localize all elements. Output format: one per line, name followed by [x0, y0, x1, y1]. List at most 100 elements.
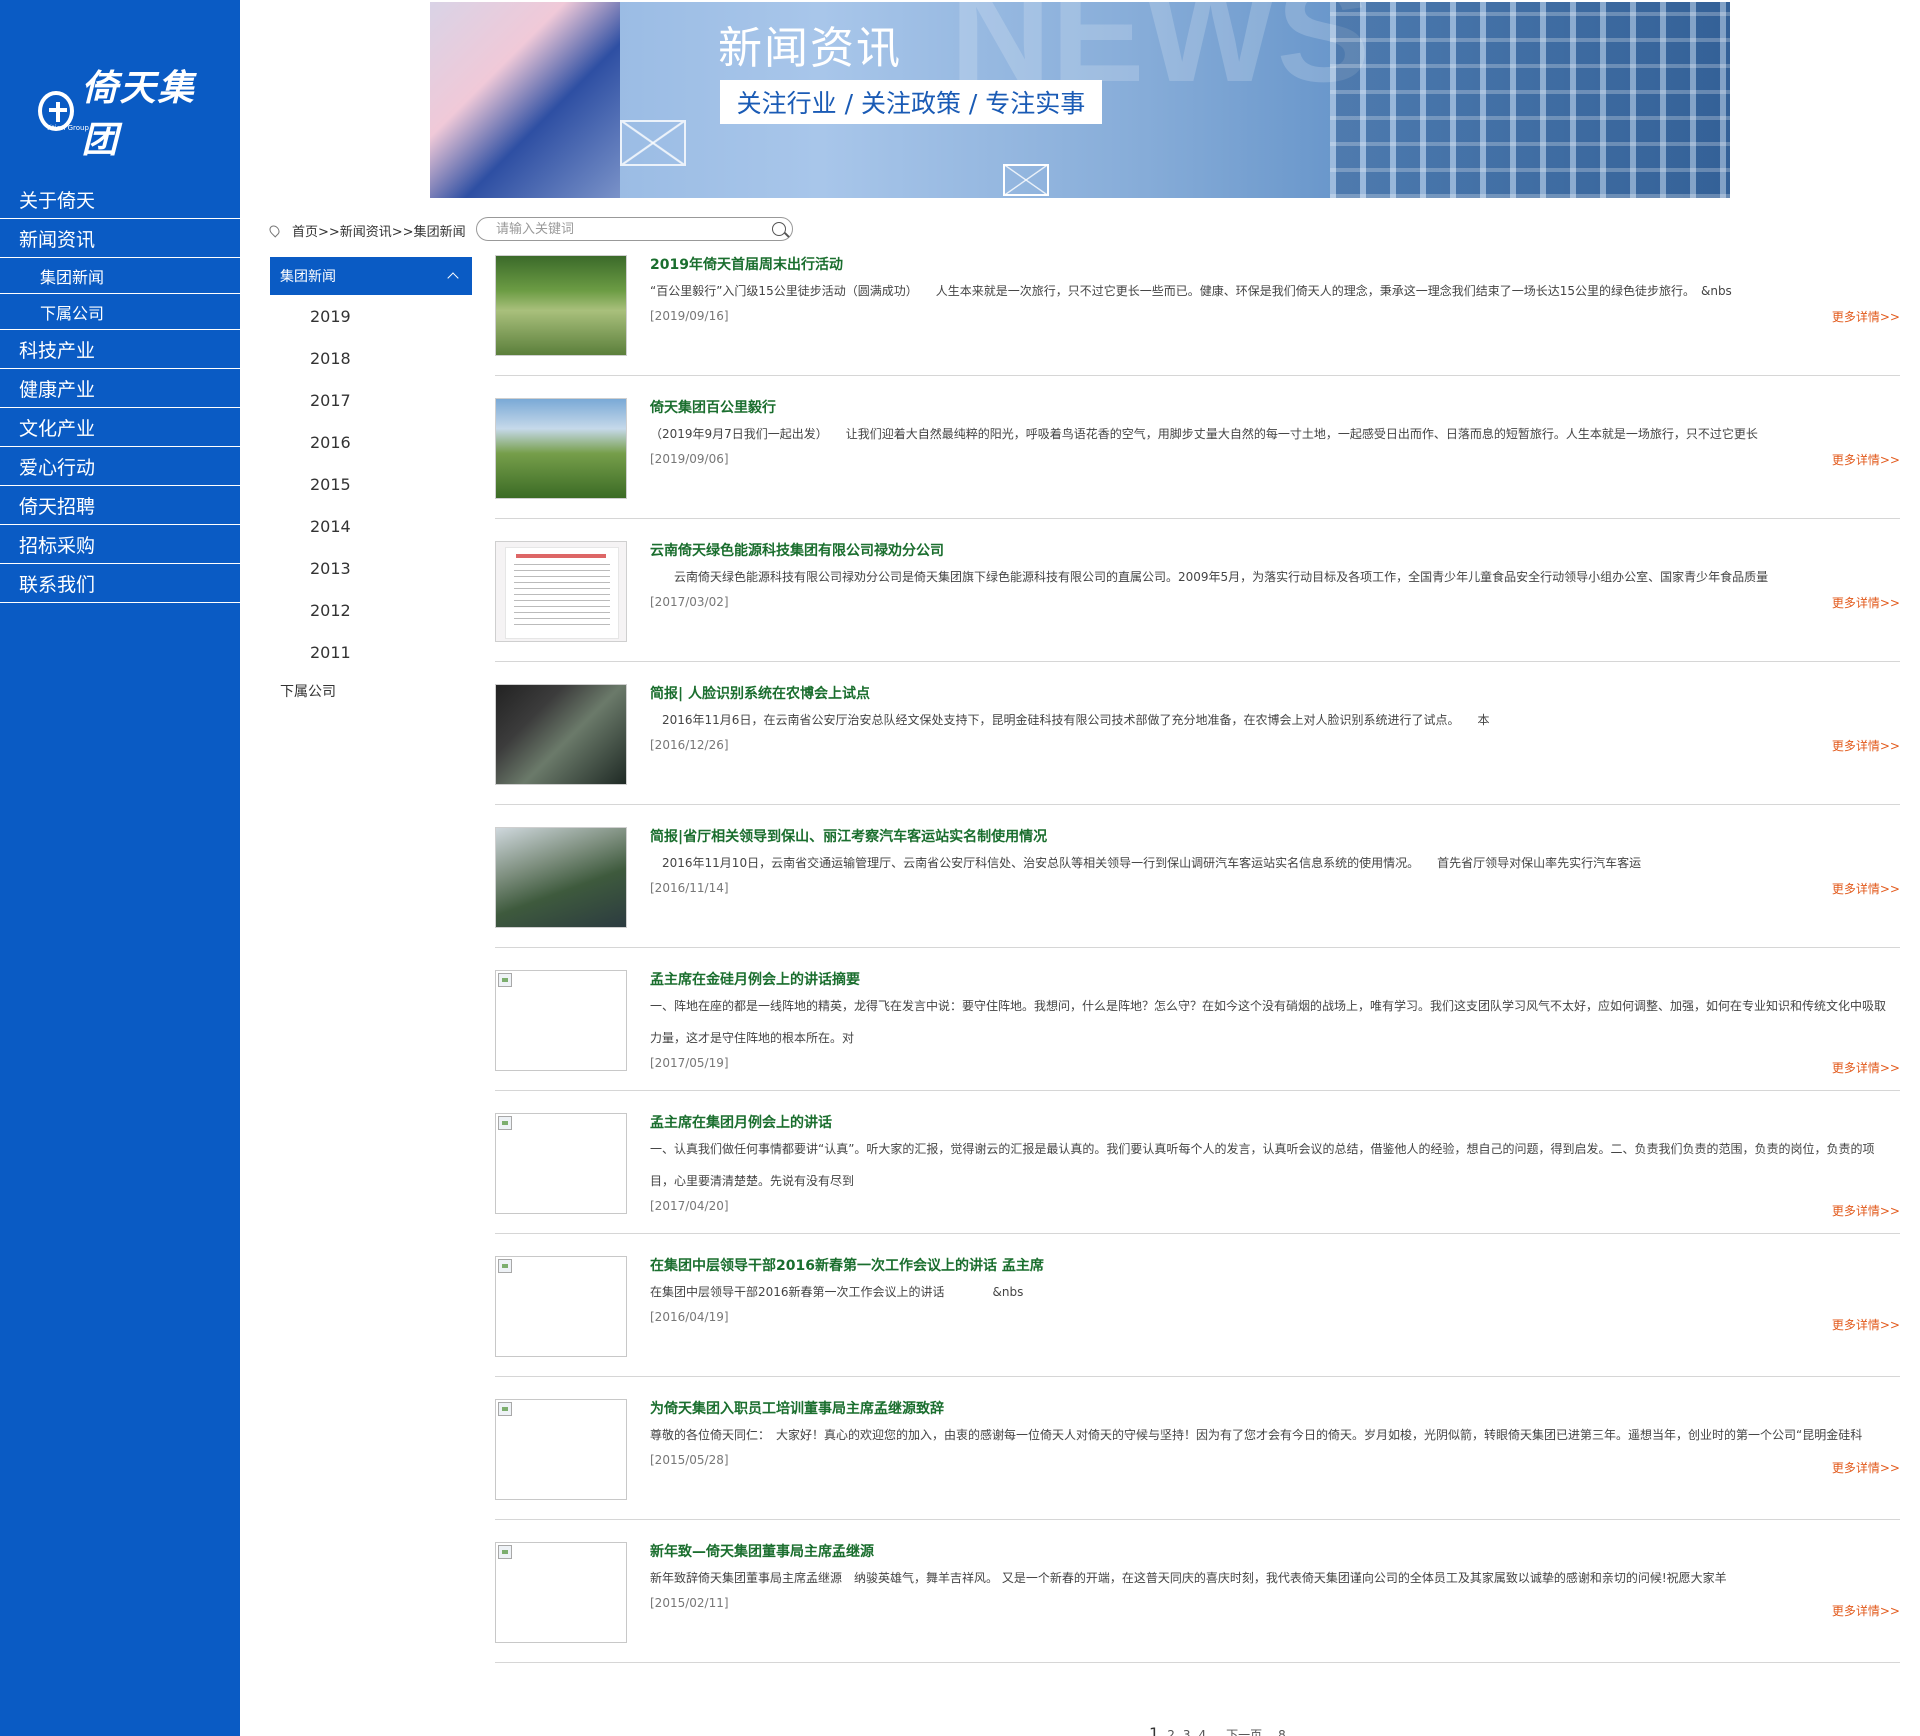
- year-link[interactable]: 2013: [270, 547, 472, 589]
- sidebar-item[interactable]: 健康产业: [0, 369, 240, 408]
- more-details-link[interactable]: 更多详情>>: [1832, 1059, 1900, 1076]
- sidebar-item[interactable]: 招标采购: [0, 525, 240, 564]
- broken-image-icon[interactable]: [495, 970, 627, 1071]
- page-link[interactable]: 4: [1198, 1728, 1206, 1736]
- broken-image-icon[interactable]: [495, 1542, 627, 1643]
- sidebar-item[interactable]: 关于倚天: [0, 180, 240, 219]
- banner-title: 新闻资讯: [718, 23, 902, 74]
- news-item[interactable]: 简报| 人脸识别系统在农博会上试点 2016年11月6日，在云南省公安厅治安总队…: [495, 684, 1900, 805]
- logo-subtitle: Yitian Group: [46, 124, 89, 132]
- breadcrumb: 首页>>新闻资讯>>集团新闻: [267, 221, 466, 240]
- news-item[interactable]: 倚天集团百公里毅行 （2019年9月7日我们一起出发） 让我们迎着大自然最纯粹的阳…: [495, 398, 1900, 519]
- year-link[interactable]: 2016: [270, 421, 472, 463]
- news-title[interactable]: 2019年倚天首届周末出行活动: [650, 255, 1900, 275]
- news-thumbnail[interactable]: [495, 255, 627, 356]
- news-item[interactable]: 2019年倚天首届周末出行活动 “百公里毅行”入门级15公里徒步活动（圆满成功） …: [495, 255, 1900, 376]
- document-thumbnail: [506, 548, 618, 638]
- sidebar-item[interactable]: 新闻资讯: [0, 219, 240, 258]
- breadcrumb-text[interactable]: 首页>>新闻资讯>>集团新闻: [292, 221, 466, 240]
- news-date: [2019/09/06]: [650, 452, 729, 466]
- news-item[interactable]: 简报|省厅相关领导到保山、丽江考察汽车客运站实名制使用情况 2016年11月10…: [495, 827, 1900, 948]
- year-link[interactable]: 2014: [270, 505, 472, 547]
- news-thumbnail[interactable]: [495, 398, 627, 499]
- search-input[interactable]: [496, 219, 766, 239]
- news-title[interactable]: 在集团中层领导干部2016新春第一次工作会议上的讲话 孟主席: [650, 1256, 1900, 1276]
- year-list: 2019 2018 2017 2016 2015 2014 2013 2012 2011: [270, 295, 472, 673]
- more-details-link[interactable]: 更多详情>>: [1832, 1202, 1900, 1219]
- year-link[interactable]: 2015: [270, 463, 472, 505]
- news-item[interactable]: 在集团中层领导干部2016新春第一次工作会议上的讲话 孟主席在集团中层领导干部2…: [495, 1256, 1900, 1377]
- news-title[interactable]: 简报|省厅相关领导到保山、丽江考察汽车客运站实名制使用情况: [650, 827, 1900, 847]
- broken-image-icon[interactable]: [495, 1399, 627, 1500]
- news-thumbnail[interactable]: [495, 541, 627, 642]
- envelope-icon: [1003, 164, 1049, 196]
- search-box: [476, 217, 793, 241]
- main-nav: 关于倚天 新闻资讯 集团新闻 下属公司 科技产业 健康产业 文化产业 爱心行动 倚天招聘 招标采购…: [0, 180, 240, 603]
- sidebar-item[interactable]: 集团新闻: [0, 258, 240, 294]
- news-title[interactable]: 倚天集团百公里毅行: [650, 398, 1900, 418]
- more-details-link[interactable]: 更多详情>>: [1832, 880, 1900, 897]
- news-item[interactable]: 孟主席在金硅月例会上的讲话摘要 一、阵地在座的都是一线阵地的精英，龙得飞在发言中说…: [495, 970, 1900, 1091]
- news-info: 为倚天集团入职员工培训董事局主席孟继源致辞 尊敬的各位倚天同仁： 大家好！真心的欢…: [650, 1399, 1900, 1469]
- year-link[interactable]: 2018: [270, 337, 472, 379]
- sidebar-item[interactable]: 联系我们: [0, 564, 240, 603]
- news-summary: 2016年11月10日，云南省交通运输管理厅、云南省公安厅科信处、治安总队等相关…: [650, 856, 1642, 870]
- news-thumbnail[interactable]: [495, 827, 627, 928]
- sidebar-item[interactable]: 倚天招聘: [0, 486, 240, 525]
- sidebar-item[interactable]: 文化产业: [0, 408, 240, 447]
- news-summary: 一、认真我们做任何事情都要讲“认真”。听大家的汇报，觉得谢云的汇报是最认真的。我…: [650, 1142, 1875, 1188]
- page-link[interactable]: 1: [1149, 1724, 1159, 1736]
- news-date: [2017/04/20]: [650, 1199, 729, 1213]
- pagination: 1 2 3 4 下一页 8: [1149, 1724, 1294, 1736]
- news-item[interactable]: 为倚天集团入职员工培训董事局主席孟继源致辞 尊敬的各位倚天同仁： 大家好！真心的欢…: [495, 1399, 1900, 1520]
- news-thumbnail[interactable]: [495, 684, 627, 785]
- broken-image-icon: [498, 1545, 512, 1559]
- news-title[interactable]: 新年致—倚天集团董事局主席孟继源: [650, 1542, 1900, 1562]
- next-page-link[interactable]: 下一页: [1226, 1726, 1262, 1736]
- more-details-link[interactable]: 更多详情>>: [1832, 1316, 1900, 1333]
- search-icon[interactable]: [772, 222, 786, 236]
- news-title[interactable]: 孟主席在集团月例会上的讲话: [650, 1113, 1900, 1133]
- logo-text: 倚天集团: [81, 67, 196, 161]
- news-title[interactable]: 云南倚天绿色能源科技集团有限公司禄劝分公司: [650, 541, 1900, 561]
- news-item[interactable]: 云南倚天绿色能源科技集团有限公司禄劝分公司 云南倚天绿色能源科技有限公司禄劝分公…: [495, 541, 1900, 662]
- year-link[interactable]: 2019: [270, 295, 472, 337]
- more-details-link[interactable]: 更多详情>>: [1832, 594, 1900, 611]
- news-list: 2019年倚天首届周末出行活动 “百公里毅行”入门级15公里徒步活动（圆满成功） …: [495, 255, 1900, 1685]
- more-details-link[interactable]: 更多详情>>: [1832, 1459, 1900, 1476]
- page-link[interactable]: 3: [1183, 1728, 1191, 1736]
- last-page-link[interactable]: 8: [1278, 1728, 1286, 1736]
- news-summary: 云南倚天绿色能源科技有限公司禄劝分公司是倚天集团旗下绿色能源科技有限公司的直属公…: [650, 570, 1769, 584]
- banner-flag-image: [430, 2, 620, 198]
- news-info: 2019年倚天首届周末出行活动 “百公里毅行”入门级15公里徒步活动（圆满成功） …: [650, 255, 1900, 325]
- sidebar-item[interactable]: 爱心行动: [0, 447, 240, 486]
- news-item[interactable]: 孟主席在集团月例会上的讲话一、认真我们做任何事情都要讲“认真”。听大家的汇报，觉…: [495, 1113, 1900, 1234]
- year-link[interactable]: 2012: [270, 589, 472, 631]
- sidebar-item[interactable]: 科技产业: [0, 330, 240, 369]
- more-details-link[interactable]: 更多详情>>: [1832, 451, 1900, 468]
- category-header[interactable]: 集团新闻: [270, 257, 472, 295]
- news-date: [2017/03/02]: [650, 595, 729, 609]
- news-title[interactable]: 简报| 人脸识别系统在农博会上试点: [650, 684, 1900, 704]
- broken-image-icon: [498, 1259, 512, 1273]
- page-link[interactable]: 2: [1167, 1728, 1175, 1736]
- more-details-link[interactable]: 更多详情>>: [1832, 308, 1900, 325]
- news-item[interactable]: 新年致—倚天集团董事局主席孟继源 新年致辞倚天集团董事局主席孟继源 纳骏英雄气，舞…: [495, 1542, 1900, 1663]
- sidebar-item[interactable]: 下属公司: [0, 294, 240, 330]
- news-info: 简报| 人脸识别系统在农博会上试点 2016年11月6日，在云南省公安厅治安总队…: [650, 684, 1900, 754]
- news-summary: 在集团中层领导干部2016新春第一次工作会议上的讲话 &nbs: [650, 1285, 1024, 1299]
- year-link[interactable]: 2017: [270, 379, 472, 421]
- year-link[interactable]: 2011: [270, 631, 472, 673]
- category-footer-link[interactable]: 下属公司: [270, 673, 472, 709]
- broken-image-icon: [498, 973, 512, 987]
- category-menu: 集团新闻 2019 2018 2017 2016 2015 2014 2013 2012 201…: [270, 257, 472, 709]
- broken-image-icon[interactable]: [495, 1113, 627, 1214]
- more-details-link[interactable]: 更多详情>>: [1832, 1602, 1900, 1619]
- broken-image-icon[interactable]: [495, 1256, 627, 1357]
- news-title[interactable]: 孟主席在金硅月例会上的讲话摘要: [650, 970, 1900, 990]
- broken-image-icon: [498, 1402, 512, 1416]
- news-title[interactable]: 为倚天集团入职员工培训董事局主席孟继源致辞: [650, 1399, 1900, 1419]
- more-details-link[interactable]: 更多详情>>: [1832, 737, 1900, 754]
- news-date: [2017/05/19]: [650, 1056, 729, 1070]
- banner-tagline: 关注行业 / 关注政策 / 专注实事: [720, 80, 1102, 124]
